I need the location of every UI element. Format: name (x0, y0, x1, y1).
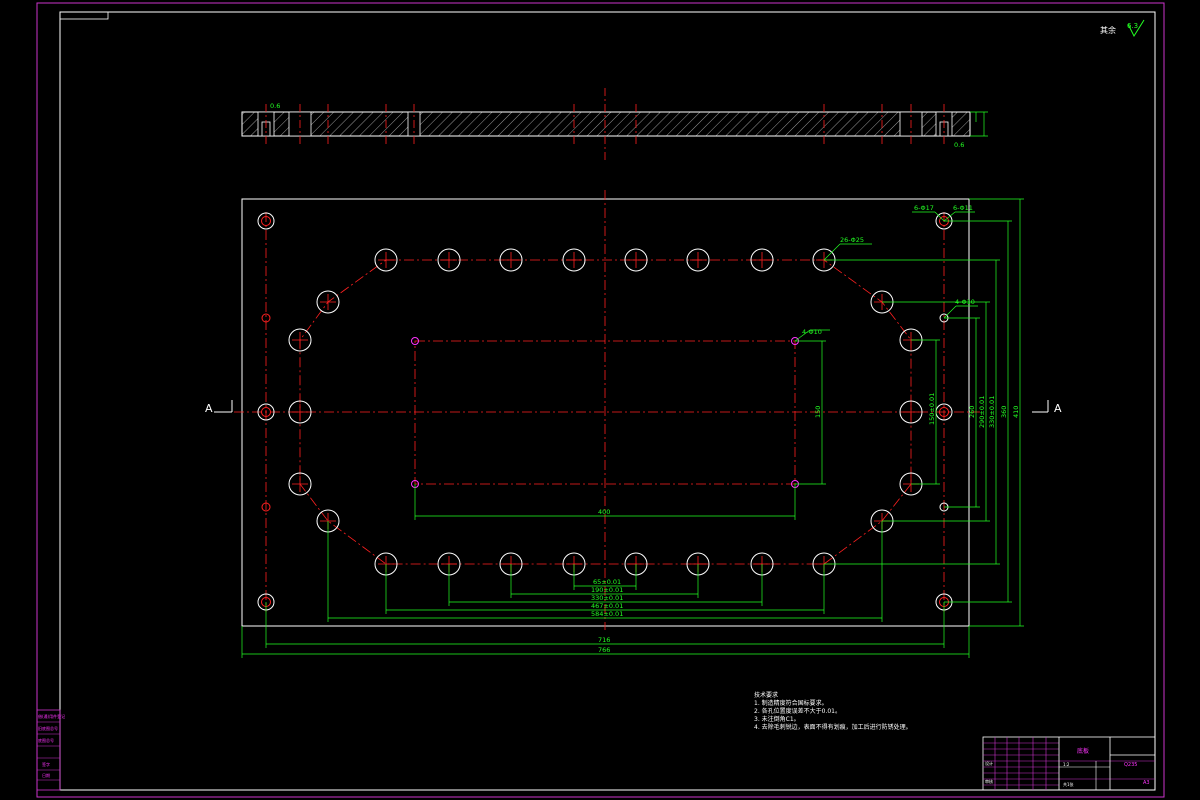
tolerance-left: 0.6 (270, 102, 280, 110)
dim-v4: 330±0.01 (988, 396, 996, 428)
dim-pitch-4: 467±0.01 (591, 602, 623, 610)
section-label-a-right: A (1054, 402, 1062, 415)
side-block: 借(通)用件登记 旧底图总号 底图总号 签字 日期 (36, 709, 65, 791)
dim-corner-holes-b: 6-Φ11 (953, 204, 973, 212)
dim-v1: 150±0.01 (928, 393, 936, 425)
dim-rect-holes: 4-Φ10 (802, 328, 822, 336)
dim-side-holes: 4-Φ10 (955, 298, 975, 306)
roughness-symbol-icon: 6.3 (1127, 19, 1145, 38)
dim-v5: 360 (1000, 406, 1008, 418)
section-label-a-left: A (205, 402, 213, 415)
plan-view: A A 400 150 4-Φ10 65±0.01 190±0.01 330±0… (205, 190, 1062, 658)
title-scale: 1:2 (1063, 762, 1070, 767)
dim-width-outer: 766 (598, 646, 610, 654)
dim-rect-width: 400 (598, 508, 610, 516)
tolerance-right: 0.6 (954, 141, 964, 149)
notes-item-4: 4. 去除毛刺锐边，表面不得有划痕，加工后进行防锈处理。 (754, 724, 912, 731)
section-view: 0.6 0.6 (241, 88, 988, 160)
dim-pitch-5: 584±0.01 (591, 610, 623, 618)
dim-pitch-3: 330±0.01 (591, 594, 623, 602)
notes-item-1: 1. 制造精度符合国标要求。 (754, 700, 828, 707)
side-block-item-1: 旧底图总号 (38, 725, 58, 731)
side-block-item-0: 借(通)用件登记 (38, 713, 65, 719)
notes-item-2: 2. 各孔位置度误差不大于0.01。 (754, 708, 841, 715)
dim-bolt-holes: 26-Φ25 (840, 236, 864, 244)
title-drawing-no: A3 (1143, 780, 1150, 786)
title-sheet: 共1张 (1063, 781, 1074, 787)
technical-notes: 技术要求 1. 制造精度符合国标要求。 2. 各孔位置度误差不大于0.01。 3… (754, 692, 912, 732)
dim-v3: 290±0.01 (978, 396, 986, 428)
corner-code-box (59, 11, 109, 20)
notes-heading: 技术要求 (754, 692, 779, 699)
notes-item-3: 3. 未注倒角C1。 (754, 716, 800, 723)
title-block: 底板 Q235 1:2 共1张 设计 审核 A3 (982, 736, 1156, 791)
dim-rect-height: 150 (814, 406, 822, 418)
dim-width-inner: 716 (598, 636, 610, 644)
title-designer: 设计 (985, 760, 993, 766)
dim-pitch-2: 190±0.01 (591, 586, 623, 594)
dim-v6: 410 (1012, 406, 1020, 418)
plate-outline (241, 198, 970, 627)
title-material: Q235 (1124, 762, 1137, 768)
cad-drawing: 其余 6.3 0.6 0.6 A A 400 150 4-Φ10 65±0.01… (36, 2, 1165, 798)
dim-pitch-1: 65±0.01 (593, 578, 621, 586)
side-block-item-2: 底图总号 (38, 737, 54, 743)
roughness-value: 6.3 (1127, 22, 1138, 30)
title-part-name: 底板 (1077, 747, 1089, 755)
title-checker: 审核 (985, 778, 993, 784)
dim-v2: 260 (968, 406, 976, 418)
side-block-item-3: 签字 (42, 761, 50, 767)
dim-corner-holes: 6-Φ17 (914, 204, 934, 212)
side-block-item-4: 日期 (42, 772, 50, 778)
roughness-label: 其余 (1100, 25, 1116, 35)
